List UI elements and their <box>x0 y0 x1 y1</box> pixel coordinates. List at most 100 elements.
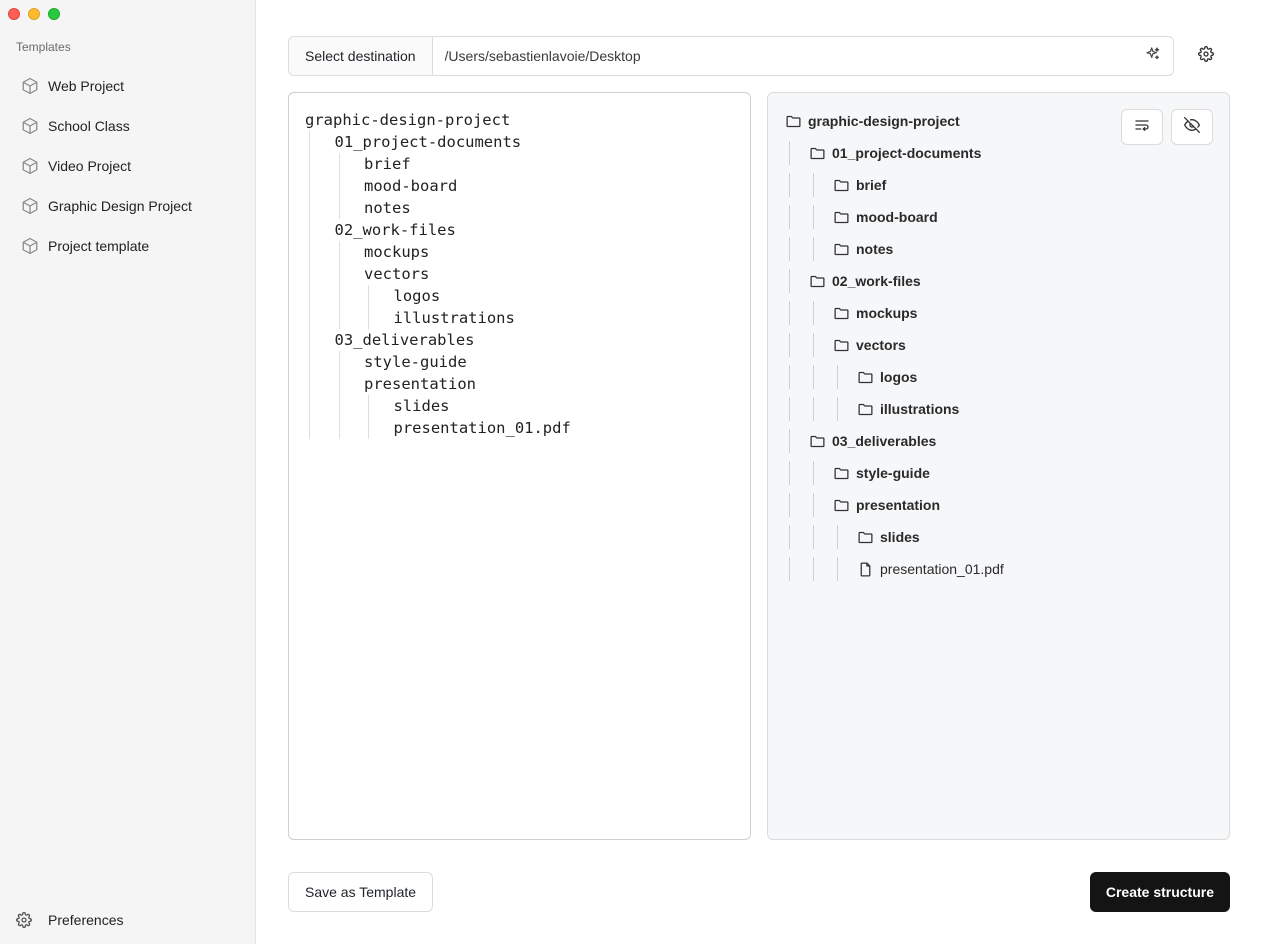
folder-icon <box>832 336 850 354</box>
window-controls <box>8 8 60 20</box>
editor-line-text: style-guide <box>364 353 467 371</box>
indent-guide <box>335 285 365 307</box>
tree-folder-row[interactable]: style-guide <box>784 457 1213 489</box>
sidebar-item-label: Video Project <box>48 158 132 174</box>
sidebar-item-template[interactable]: Project template <box>12 230 244 262</box>
cube-icon <box>20 156 40 176</box>
structure-editor[interactable]: graphic-design-project 01_project-documen… <box>288 92 751 840</box>
indent-guide <box>335 241 365 263</box>
window-maximize-button[interactable] <box>48 8 60 20</box>
tree-folder-row[interactable]: slides <box>784 521 1213 553</box>
tree-folder-row[interactable]: notes <box>784 233 1213 265</box>
editor-line-text: mockups <box>364 243 430 261</box>
indent-guide <box>335 197 365 219</box>
window-close-button[interactable] <box>8 8 20 20</box>
indent-guide <box>335 307 365 329</box>
file-icon <box>856 560 874 578</box>
settings-button[interactable] <box>1190 44 1222 68</box>
tree-guide-line <box>808 169 832 201</box>
tree-guide-line <box>808 329 832 361</box>
tree-folder-row[interactable]: mockups <box>784 297 1213 329</box>
save-template-button[interactable]: Save as Template <box>288 872 434 912</box>
preferences-button[interactable]: Preferences <box>16 908 123 932</box>
indent-guide <box>335 373 365 395</box>
sidebar-item-template[interactable]: Video Project <box>12 150 244 182</box>
sparkles-button[interactable] <box>1133 37 1173 75</box>
tree-item-label: presentation_01.pdf <box>880 561 1004 577</box>
indent-guide <box>305 175 335 197</box>
editor-line: mood-board <box>305 175 734 197</box>
tree-guide-line <box>832 393 856 425</box>
destination-path-input[interactable] <box>432 37 1133 75</box>
editor-line: presentation_01.pdf <box>305 417 734 439</box>
create-structure-button[interactable]: Create structure <box>1089 872 1230 912</box>
tree-guide-line <box>784 553 808 585</box>
select-destination-button[interactable]: Select destination <box>289 37 433 75</box>
gear-icon <box>1198 45 1214 67</box>
sidebar-item-label: Web Project <box>48 78 124 94</box>
preview-actions <box>1121 109 1213 145</box>
editor-line-text: 03_deliverables <box>334 331 475 349</box>
tree-item-label: 03_deliverables <box>832 433 937 449</box>
sidebar-item-label: Graphic Design Project <box>48 198 192 214</box>
sparkles-icon <box>1145 46 1161 67</box>
sidebar-item-template[interactable]: School Class <box>12 110 244 142</box>
editor-line: logos <box>305 285 734 307</box>
tree-folder-row[interactable]: presentation <box>784 489 1213 521</box>
tree-folder-row[interactable]: vectors <box>784 329 1213 361</box>
tree-item-label: brief <box>856 177 887 193</box>
folder-icon <box>808 432 826 450</box>
folder-icon <box>856 368 874 386</box>
tree-guide-line <box>784 361 808 393</box>
tree-item-label: mood-board <box>856 209 938 225</box>
folder-icon <box>832 208 850 226</box>
indent-guide <box>335 351 365 373</box>
editor-line: brief <box>305 153 734 175</box>
folder-icon <box>856 400 874 418</box>
indent-guide <box>364 307 394 329</box>
editor-line-text: 01_project-documents <box>334 133 522 151</box>
tree-guide-line <box>808 297 832 329</box>
indent-guide <box>335 175 365 197</box>
tree-guide-line <box>784 137 808 169</box>
tree-guide-line <box>784 457 808 489</box>
editor-line: 02_work-files <box>305 219 734 241</box>
tree-folder-row[interactable]: logos <box>784 361 1213 393</box>
tree-file-row[interactable]: presentation_01.pdf <box>784 553 1213 585</box>
folder-icon <box>832 464 850 482</box>
tree-folder-row[interactable]: 02_work-files <box>784 265 1213 297</box>
indent-guide <box>335 417 365 439</box>
hide-button[interactable] <box>1171 109 1213 145</box>
indent-guide <box>305 263 335 285</box>
sidebar: Templates Web Project School Class Video P… <box>0 0 256 944</box>
sidebar-item-label: Project template <box>48 238 150 254</box>
editor-line: graphic-design-project <box>305 109 734 131</box>
tree-folder-row[interactable]: 03_deliverables <box>784 425 1213 457</box>
tree-folder-row[interactable]: brief <box>784 169 1213 201</box>
folder-icon <box>808 272 826 290</box>
tree-guide-line <box>784 297 808 329</box>
window-minimize-button[interactable] <box>28 8 40 20</box>
tree-guide-line <box>784 393 808 425</box>
tree-guide-line <box>808 393 832 425</box>
indent-guide <box>305 307 335 329</box>
eye-off-icon <box>1184 116 1200 138</box>
indent-guide <box>364 395 394 417</box>
editor-line-text: slides <box>393 397 450 415</box>
indent-guide <box>305 153 335 175</box>
wrap-text-button[interactable] <box>1121 109 1163 145</box>
editor-line-text: logos <box>393 287 441 305</box>
indent-guide <box>305 241 335 263</box>
tree-item-label: illustrations <box>880 401 960 417</box>
tree-folder-row[interactable]: illustrations <box>784 393 1213 425</box>
folder-icon <box>832 240 850 258</box>
folder-icon <box>808 144 826 162</box>
indent-guide <box>305 351 335 373</box>
sidebar-item-label: School Class <box>48 118 130 134</box>
sidebar-item-template[interactable]: Graphic Design Project <box>12 190 244 222</box>
tree-guide-line <box>784 233 808 265</box>
sidebar-item-template[interactable]: Web Project <box>12 70 244 102</box>
tree-item-label: 01_project-documents <box>832 145 982 161</box>
tree-folder-row[interactable]: mood-board <box>784 201 1213 233</box>
tree-guide-line <box>832 361 856 393</box>
